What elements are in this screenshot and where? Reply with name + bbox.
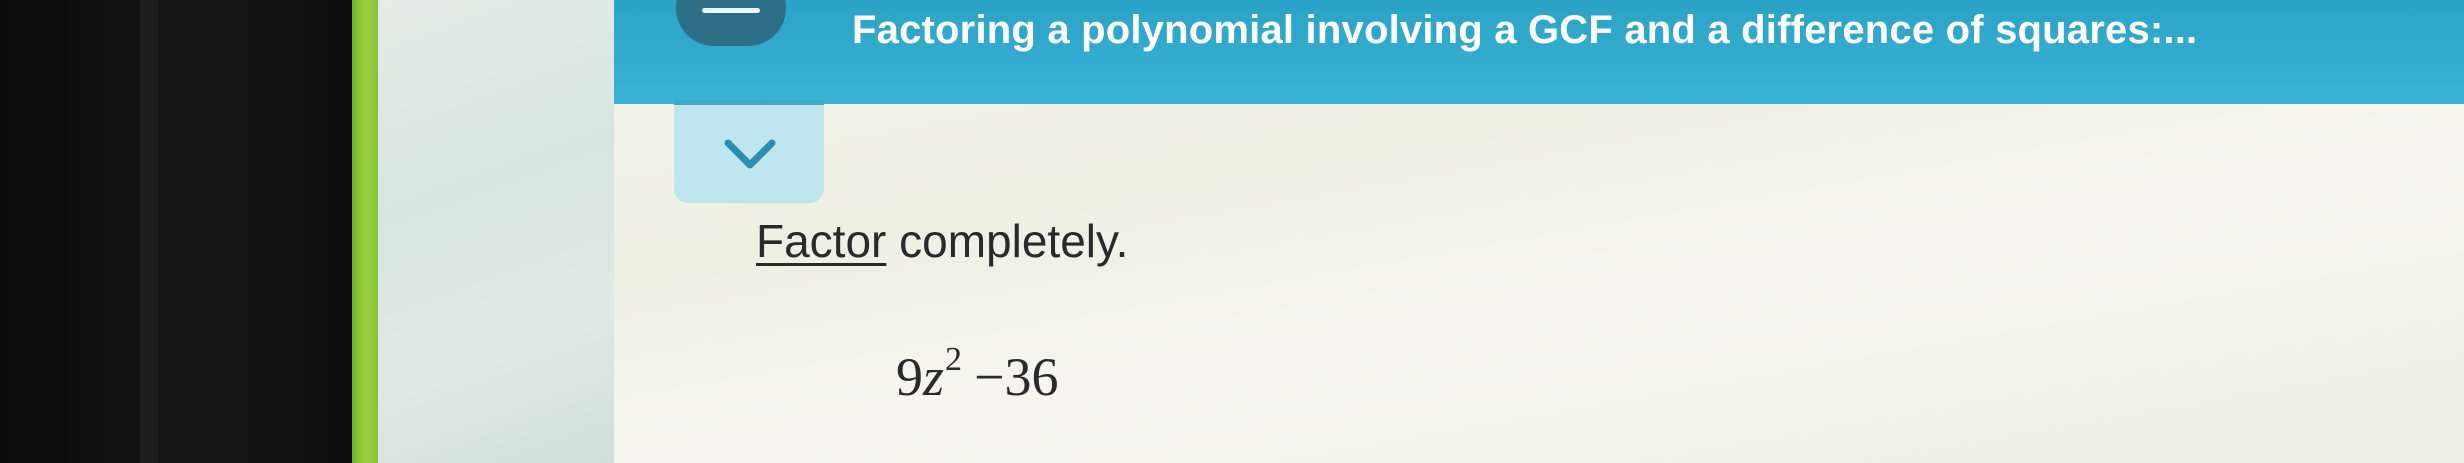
problem-card: Factoring a polynomial involving a GCF a… [614,0,2464,463]
bezel-stripe [140,0,158,463]
expression-exponent: 2 [945,341,963,378]
polynomial-expression: 9z2 −36 [896,341,1059,408]
photo-frame: Factoring a polynomial involving a GCF a… [0,0,2464,463]
expression-coefficient: 9 [896,347,923,407]
chevron-down-icon [724,139,776,169]
expression-operator: − [974,347,1005,407]
green-edge-strip [352,0,378,463]
monitor-bezel [0,0,370,463]
menu-tab[interactable] [676,0,786,46]
side-panel [378,0,614,463]
problem-instruction: Factor completely. [756,214,1128,268]
page-title: Factoring a polynomial involving a GCF a… [852,8,2198,52]
expression-variable: z [923,347,945,407]
instruction-text: completely. [886,215,1129,267]
expression-constant: 36 [1004,347,1059,407]
factor-link[interactable]: Factor [756,215,886,267]
menu-line-icon[interactable] [702,8,760,13]
collapse-button[interactable] [674,100,824,203]
header-bar: Factoring a polynomial involving a GCF a… [614,0,2464,104]
